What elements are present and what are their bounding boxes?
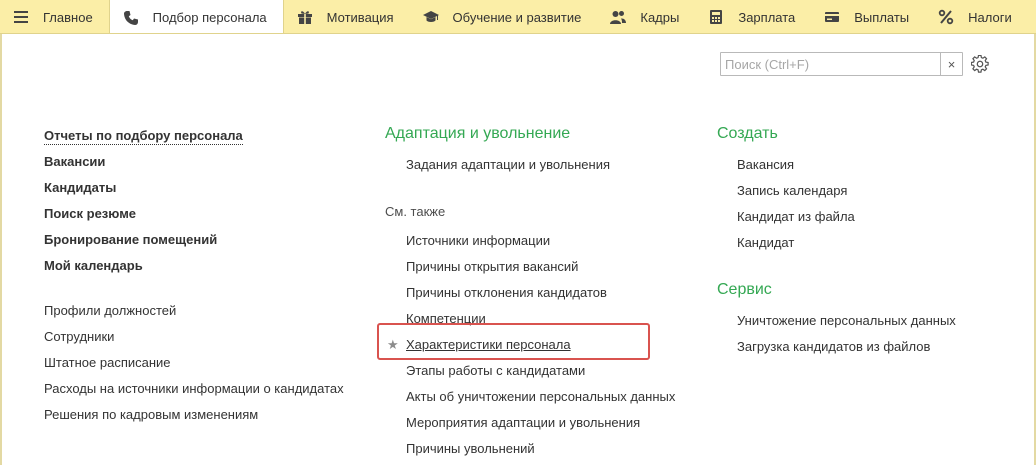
link-room-booking[interactable]: Бронирование помещений (44, 232, 217, 248)
search-input[interactable] (721, 53, 940, 75)
link-candidate-source-costs[interactable]: Расходы на источники информации о кандид… (44, 381, 344, 397)
graduation-cap-icon (422, 9, 439, 25)
tab-label: Кадры (640, 9, 680, 25)
tab-label: Главное (43, 9, 93, 25)
link-info-sources[interactable]: Источники информации (406, 233, 550, 249)
link-employees[interactable]: Сотрудники (44, 329, 114, 345)
tab-label: Обучение и развитие (452, 9, 582, 25)
heading-create: Создать (717, 125, 778, 142)
create-candidate[interactable]: Кандидат (737, 235, 794, 251)
tab-label: Подбор персонала (152, 10, 267, 25)
link-staffing-table[interactable]: Штатное расписание (44, 355, 171, 371)
card-icon (824, 9, 840, 25)
tab-motivation[interactable]: Мотивация (284, 0, 410, 33)
service-load-candidates[interactable]: Загрузка кандидатов из файлов (737, 339, 930, 355)
create-calendar-entry[interactable]: Запись календаря (737, 183, 847, 199)
create-candidate-from-file[interactable]: Кандидат из файла (737, 209, 855, 225)
link-recruitment-reports[interactable]: Отчеты по подбору персонала (44, 128, 243, 145)
link-dismissal-reasons[interactable]: Причины увольнений (406, 441, 535, 457)
gift-icon (297, 9, 313, 25)
link-position-profiles[interactable]: Профили должностей (44, 303, 176, 319)
tab-recruitment[interactable]: Подбор персонала (108, 0, 284, 33)
section-panel: Главное Подбор персонала Мотивация Обуче… (0, 0, 1036, 34)
heading-service: Сервис (717, 281, 772, 298)
tab-salary[interactable]: Зарплата (695, 0, 811, 33)
heading-adaptation: Адаптация и увольнение (385, 125, 571, 142)
percent-icon (938, 9, 954, 25)
search-box: × (720, 52, 963, 76)
service-destroy-personal-data[interactable]: Уничтожение персональных данных (737, 313, 956, 329)
link-hr-change-decisions[interactable]: Решения по кадровым изменениям (44, 407, 258, 423)
settings-button[interactable] (970, 54, 990, 74)
tab-label: Мотивация (326, 9, 394, 25)
link-candidates[interactable]: Кандидаты (44, 180, 116, 196)
tab-main[interactable]: Главное (0, 0, 109, 33)
tab-taxes[interactable]: Налоги (925, 0, 1028, 33)
phone-icon (123, 10, 139, 26)
link-data-destruction-acts[interactable]: Акты об уничтожении персональных данных (406, 389, 675, 405)
people-icon (610, 9, 627, 25)
link-candidate-stages[interactable]: Этапы работы с кандидатами (406, 363, 585, 379)
tab-label: Налоги (968, 9, 1012, 25)
link-resume-search[interactable]: Поиск резюме (44, 206, 136, 222)
link-adaptation-tasks[interactable]: Задания адаптации и увольнения (406, 157, 610, 173)
clear-search-button[interactable]: × (940, 53, 962, 75)
link-candidate-reject-reasons[interactable]: Причины отклонения кандидатов (406, 285, 607, 301)
highlight-box (377, 323, 650, 360)
tab-label: Выплаты (854, 9, 910, 25)
link-vacancies[interactable]: Вакансии (44, 154, 105, 170)
link-adaptation-events[interactable]: Мероприятия адаптации и увольнения (406, 415, 640, 431)
menu-icon (13, 9, 29, 25)
link-my-calendar[interactable]: Мой календарь (44, 258, 143, 274)
gear-icon (971, 55, 989, 73)
tab-payments[interactable]: Выплаты (811, 0, 925, 33)
tab-label: Зарплата (738, 9, 796, 25)
tab-hr[interactable]: Кадры (597, 0, 695, 33)
calculator-icon (708, 9, 724, 25)
see-also-label: См. также (385, 204, 446, 219)
create-vacancy[interactable]: Вакансия (737, 157, 794, 173)
tab-training[interactable]: Обучение и развитие (410, 0, 598, 33)
link-vacancy-open-reasons[interactable]: Причины открытия вакансий (406, 259, 578, 275)
